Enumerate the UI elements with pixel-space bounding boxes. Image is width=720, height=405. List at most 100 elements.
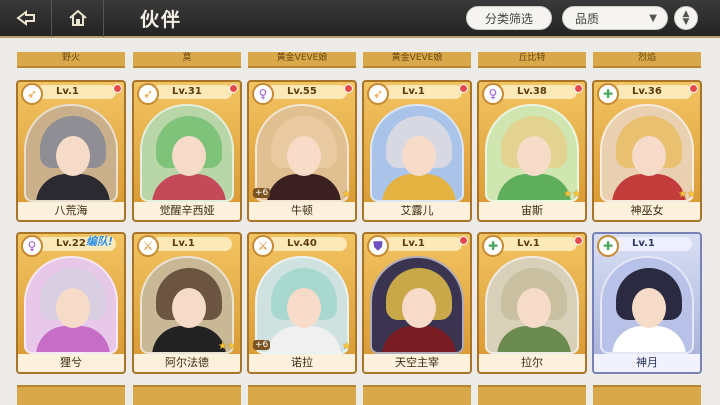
sort-toggle-button[interactable]: ▲ ▼ [674,6,698,30]
back-button[interactable] [0,0,52,37]
archer-class-icon: ➶ [367,83,389,105]
quality-dropdown[interactable]: 品质 ▼ [562,6,668,30]
notification-dot [344,84,353,93]
star-rating: ★★ [678,189,696,200]
character-portrait [140,104,234,202]
warrior-class-icon: ⚔ [252,235,274,257]
portrait-face [517,288,551,328]
character-portrait [24,104,118,202]
portrait-outfit [36,174,110,200]
partner-name: 艾露儿 [364,202,470,220]
partner-grid: 野火莫黄金VEVE娘 黄金VEVE娘 丘比特 烈焰 Lv.1 ➶ 八荒海 Lv.31 ➶ 觉醒辛… [14,40,706,405]
notification-dot [459,84,468,93]
partial-card-name[interactable]: 野火 [17,52,125,68]
partner-card[interactable]: Lv.40 ⚔ 诺拉 ★ +6 [247,232,357,374]
quality-dropdown-label: 品质 [575,11,600,26]
partial-card[interactable] [248,385,356,405]
home-icon [68,10,87,26]
top-bar: 伙伴 分类筛选 品质 ▼ ▲ ▼ [0,0,720,38]
star-rating: ★★ [218,341,236,352]
partial-card-name[interactable]: 烈焰 [593,52,701,68]
notification-dot [113,84,122,93]
partner-card[interactable]: Lv.38 ♀ 宙斯 ★★ [477,80,587,222]
character-portrait [600,256,694,354]
portrait-outfit [612,174,686,200]
portrait-face [172,288,206,328]
healer-class-icon: ✚ [597,235,619,257]
partner-card[interactable]: Lv.22 ♀ 狸兮 编队! [16,232,126,374]
partial-card[interactable] [478,385,586,405]
portrait-outfit [267,174,341,200]
character-portrait [255,256,349,354]
portrait-face [632,136,666,176]
partial-card[interactable] [593,385,701,405]
partner-card[interactable]: Lv.1 ⛊ 天空主宰 [362,232,472,374]
character-portrait [140,256,234,354]
enhance-badge: +6 [253,340,271,350]
portrait-face [287,288,321,328]
partner-card[interactable]: Lv.1 ➶ 八荒海 [16,80,126,222]
partner-name: 阿尔法德 [134,354,240,372]
healer-class-icon: ✚ [482,235,504,257]
portrait-face [402,288,436,328]
dropdown-arrow-icon: ▼ [649,12,657,24]
portrait-face [56,288,90,328]
partner-name: 神巫女 [594,202,700,220]
portrait-face [402,136,436,176]
tank-class-icon: ⛊ [367,235,389,257]
character-portrait [24,256,118,354]
level-label: Lv.1 [36,85,116,99]
portrait-face [517,136,551,176]
mage-class-icon: ♀ [21,235,43,257]
partial-card-name[interactable]: 黄金VEVE娘 [363,52,471,68]
partner-name: 拉尔 [479,354,585,372]
portrait-face [56,136,90,176]
notification-dot [574,84,583,93]
back-arrow-icon [15,10,36,26]
star-rating: ★ [342,189,351,200]
page-title: 伙伴 [140,8,183,31]
mage-class-icon: ♀ [252,83,274,105]
notification-dot [229,84,238,93]
portrait-outfit [382,174,456,200]
partner-card[interactable]: Lv.36 ✚ 神巫女 ★★ [592,80,702,222]
character-portrait [485,256,579,354]
healer-class-icon: ✚ [597,83,619,105]
partial-row-above: 野火莫黄金VEVE娘 黄金VEVE娘 丘比特 烈焰 [14,52,706,68]
partial-card-name[interactable]: 黄金VEVE娘 [248,52,356,68]
archer-class-icon: ➶ [137,83,159,105]
partner-card[interactable]: Lv.1 ✚ 神月 [592,232,702,374]
partial-card[interactable] [363,385,471,405]
mage-class-icon: ♀ [482,83,504,105]
partial-card[interactable] [17,385,125,405]
home-button[interactable] [52,0,104,37]
partner-card[interactable]: Lv.1 ➶ 艾露儿 [362,80,472,222]
partner-card[interactable]: Lv.1 ⚔ 阿尔法德 ★★ [132,232,242,374]
partial-card-name[interactable]: 莫 [133,52,241,68]
warrior-class-icon: ⚔ [137,235,159,257]
level-label: Lv.40 [267,237,347,251]
character-portrait [600,104,694,202]
portrait-outfit [152,326,226,352]
portrait-face [172,136,206,176]
partner-name: 牛顿 [249,202,355,220]
portrait-face [287,136,321,176]
portrait-outfit [612,326,686,352]
partner-card[interactable]: Lv.1 ✚ 拉尔 [477,232,587,374]
partner-name: 觉醒辛西娅 [134,202,240,220]
portrait-outfit [152,174,226,200]
category-filter-button[interactable]: 分类筛选 [466,6,552,30]
partner-card[interactable]: Lv.31 ➶ 觉醒辛西娅 [132,80,242,222]
partial-card-name[interactable]: 丘比特 [478,52,586,68]
character-portrait [485,104,579,202]
partner-name: 八荒海 [18,202,124,220]
archer-class-icon: ➶ [21,83,43,105]
level-label: Lv.1 [152,237,232,251]
partner-card[interactable]: Lv.55 ♀ 牛顿 ★ +6 [247,80,357,222]
notification-dot [459,236,468,245]
star-rating: ★★ [563,189,581,200]
level-label: Lv.1 [497,237,577,251]
level-label: Lv.31 [152,85,232,99]
portrait-face [632,288,666,328]
partial-card[interactable] [133,385,241,405]
